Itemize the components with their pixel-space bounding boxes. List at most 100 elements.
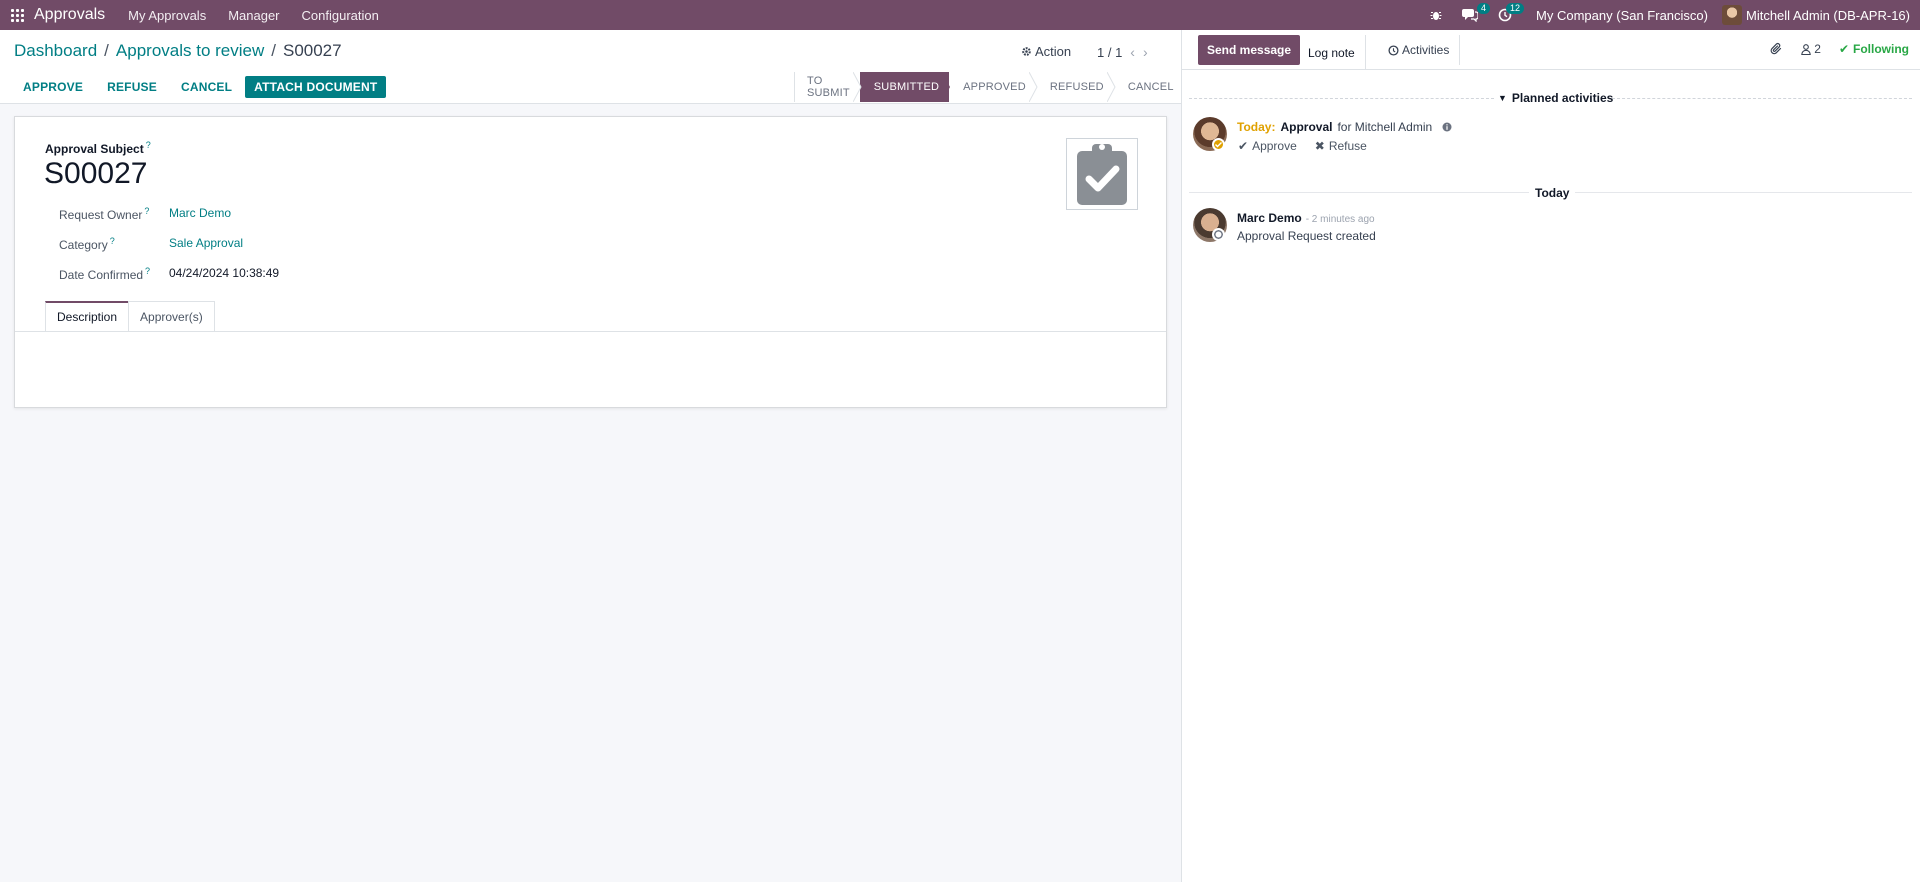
refuse-button[interactable]: REFUSE [98,76,166,98]
field-category: Category? Sale Approval [59,236,243,252]
activities-button[interactable]: 12 [1488,0,1525,30]
followers-count: 2 [1814,42,1821,56]
info-icon[interactable] [1442,122,1452,132]
menu-my-approvals[interactable]: My Approvals [117,8,217,23]
paperclip-icon[interactable] [1770,42,1783,56]
approval-subject-label: Approval Subject? [45,140,151,156]
stage-to-submit[interactable]: TO SUBMIT [795,72,862,102]
messages-button[interactable]: 4 [1452,0,1491,30]
stage-approved[interactable]: APPROVED [949,72,1038,102]
breadcrumb-approvals-to-review[interactable]: Approvals to review [116,41,264,61]
stage-label: SUBMITTED [873,81,940,93]
chatter-panel: Send message Log note Activities 2 ✔ Fol… [1181,30,1920,882]
apps-grid-icon [10,8,24,22]
activity-approve-label: Approve [1252,139,1297,153]
activity-title: Approval [1280,120,1333,134]
help-tooltip[interactable]: ? [144,206,149,216]
approve-button[interactable]: APPROVE [14,76,92,98]
attach-document-button[interactable]: ATTACH DOCUMENT [245,76,387,98]
form-buttons: APPROVE REFUSE CANCEL ATTACH DOCUMENT [14,76,387,98]
category-value[interactable]: Sale Approval [169,236,243,252]
company-switcher[interactable]: My Company (San Francisco) [1522,8,1722,23]
activities-label: Activities [1402,43,1450,57]
divider-line [1189,98,1494,99]
notebook-tabs: Description Approver(s) [45,301,215,331]
action-label: Action [1035,44,1072,59]
approval-subject-label-text: Approval Subject [45,142,144,156]
log-note-button[interactable]: Log note [1298,35,1366,70]
user-avatar [1722,5,1742,25]
app-brand[interactable]: Approvals [34,6,117,24]
send-message-button[interactable]: Send message [1198,35,1301,65]
field-label: Request Owner? [59,206,169,222]
planned-activities-toggle[interactable]: ▼ Planned activities [1498,91,1613,105]
menu-manager[interactable]: Manager [217,8,290,23]
stage-label: APPROVED [963,81,1026,93]
control-panel: Dashboard / Approvals to review / S00027… [0,30,1181,104]
help-tooltip[interactable]: ? [146,140,151,150]
field-label: Category? [59,236,169,252]
planned-activities-label: Planned activities [1511,91,1614,105]
app-menu-button[interactable] [0,0,34,30]
stage-label: TO SUBMIT [807,75,850,99]
presence-offline-icon [1212,228,1225,241]
activity-refuse-label: Refuse [1328,139,1367,153]
close-icon: ✖ [1314,139,1325,153]
activity-refuse-button[interactable]: ✖ Refuse [1315,139,1367,153]
chatter-topbar: Send message Log note Activities 2 ✔ Fol… [1182,30,1920,70]
pager-next-icon[interactable]: › [1143,44,1148,60]
divider-line [1612,98,1912,99]
breadcrumb-current: S00027 [282,41,342,60]
following-button[interactable]: ✔ Following [1839,42,1909,56]
caret-down-icon: ▼ [1498,93,1507,103]
breadcrumb-separator: / [104,41,109,60]
gear-icon [1022,47,1031,56]
field-date-confirmed: Date Confirmed? 04/24/2024 10:38:49 [59,266,279,282]
pager: 1 / 1 ‹ › [1097,44,1148,60]
field-label: Date Confirmed? [59,266,169,282]
message-header: Marc Demo - 2 minutes ago [1237,211,1375,225]
followers-button[interactable]: 2 [1801,42,1821,56]
message-author[interactable]: Marc Demo [1237,211,1302,225]
chat-icon [1462,9,1479,22]
divider-line [1575,192,1912,193]
activities-button[interactable]: Activities [1378,35,1461,65]
check-icon: ✔ [1838,42,1849,56]
stage-cancel[interactable]: CANCEL [1114,72,1184,102]
user-icon [1801,43,1812,55]
breadcrumb-dashboard[interactable]: Dashboard [14,41,97,61]
user-menu[interactable]: Mitchell Admin (DB-APR-16) [1722,5,1920,25]
status-bar: TO SUBMIT SUBMITTED APPROVED REFUSED CAN… [794,72,1184,102]
tab-approvers[interactable]: Approver(s) [128,301,215,331]
category-image [1066,138,1138,210]
field-request-owner: Request Owner? Marc Demo [59,206,231,222]
approval-subject-value[interactable]: S00027 [44,157,147,191]
activities-count-badge: 12 [1506,3,1525,14]
request-owner-value[interactable]: Marc Demo [169,206,231,222]
help-tooltip[interactable]: ? [145,266,150,276]
pager-value[interactable]: 1 / 1 [1097,45,1122,60]
stage-refused[interactable]: REFUSED [1036,72,1116,102]
stage-submitted[interactable]: SUBMITTED [859,72,951,102]
activity-status-badge [1212,138,1225,151]
top-navbar: Approvals My Approvals Manager Configura… [0,0,1920,30]
activity-approve-button[interactable]: ✔ Approve [1238,139,1297,153]
pager-previous-icon[interactable]: ‹ [1130,44,1135,60]
action-menu-button[interactable]: Action [1021,44,1071,59]
activity-due-label: Today: [1237,120,1276,134]
stage-label: CANCEL [1127,81,1174,93]
help-tooltip[interactable]: ? [110,236,115,246]
clipboard-check-icon [1077,144,1127,205]
stage-chevron-icon [1028,72,1038,102]
field-label-text: Request Owner [59,208,143,222]
menu-configuration[interactable]: Configuration [291,8,390,23]
cancel-button[interactable]: CANCEL [172,76,241,98]
debug-button[interactable] [1420,0,1452,30]
check-icon [1215,142,1222,148]
field-label-text: Category [59,238,108,252]
clock-icon [1388,44,1399,56]
user-name: Mitchell Admin (DB-APR-16) [1746,7,1910,23]
tab-description[interactable]: Description [45,301,130,331]
message-body: Approval Request created [1237,229,1376,243]
message-time: - 2 minutes ago [1305,214,1375,225]
